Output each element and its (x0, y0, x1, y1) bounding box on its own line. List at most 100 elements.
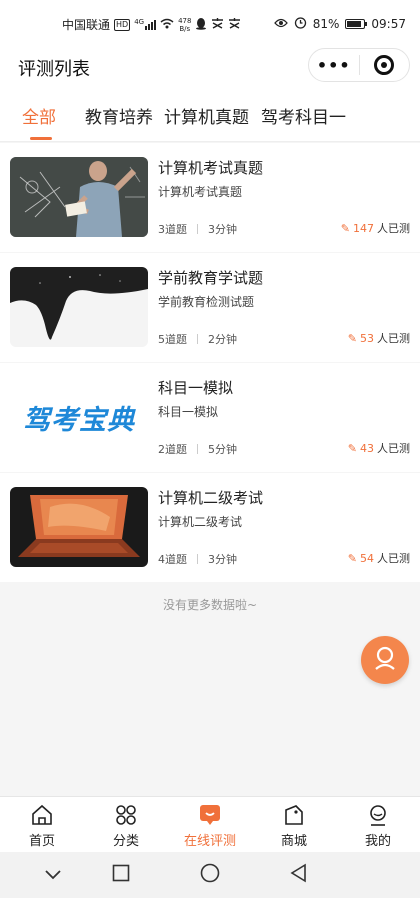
tested-label: 人已测 (377, 442, 410, 455)
tabbar-item-profile[interactable]: 我的 (336, 797, 420, 852)
customer-service-button[interactable] (361, 636, 409, 684)
tested-count: ✎ 43 人已测 (348, 440, 410, 456)
question-count: 3道题 (158, 223, 187, 236)
app-notify-icon (211, 17, 224, 32)
battery-icon (345, 19, 368, 29)
tab-education[interactable]: 教育培养 (85, 103, 153, 128)
home-button[interactable] (199, 863, 221, 886)
status-left: 中国联通 HD 4G 478 B/s (62, 16, 241, 33)
active-tab-indicator (30, 137, 52, 140)
question-count: 5道题 (158, 333, 187, 346)
duration: 5分钟 (208, 443, 237, 456)
meta-divider (197, 334, 198, 344)
home-icon (29, 803, 55, 827)
pencil-icon: ✎ (340, 221, 350, 235)
square-icon (112, 864, 130, 886)
header: 评测列表 ••• (0, 46, 420, 88)
question-count: 4道题 (158, 553, 187, 566)
tab-computer-exam[interactable]: 计算机真题 (164, 103, 249, 128)
tested-label: 人已测 (377, 222, 410, 235)
item-subtitle: 计算机考试真题 (158, 185, 243, 199)
shop-icon (281, 803, 307, 827)
meta-divider (197, 224, 198, 234)
bottom-tab-bar: 首页 分类 在线评测 商城 我的 (0, 796, 420, 852)
meta-divider (197, 444, 198, 454)
clock: 09:57 (371, 17, 406, 31)
tested-number: 54 (360, 551, 374, 565)
duration: 3分钟 (208, 223, 237, 236)
item-subtitle: 学前教育检测试题 (158, 295, 255, 309)
list-item[interactable]: 计算机考试真题 计算机考试真题 3道题 3分钟 ✎ 147 人已测 (0, 143, 420, 252)
target-icon (374, 55, 395, 75)
list-item[interactable]: 计算机二级考试 计算机二级考试 4道题 3分钟 ✎ 54 人已测 (0, 473, 420, 582)
tabbar-label: 我的 (364, 834, 391, 849)
tested-count: ✎ 147 人已测 (341, 220, 410, 236)
item-meta: 3道题 3分钟 (158, 221, 237, 237)
logo-text: 驾考宝典 (23, 404, 135, 436)
carrier-name: 中国联通 (62, 18, 111, 32)
laptop-image (10, 487, 148, 567)
item-title: 计算机考试真题 (158, 159, 264, 177)
net-speed-unit: B/s (179, 24, 191, 33)
app-notify-icon-2 (228, 17, 241, 32)
user-service-icon (372, 645, 398, 675)
tab-all[interactable]: 全部 (22, 103, 56, 128)
item-meta: 4道题 3分钟 (158, 551, 237, 567)
duration: 2分钟 (208, 333, 237, 346)
collapse-button[interactable] (42, 864, 64, 886)
tabbar-item-category[interactable]: 分类 (84, 797, 168, 852)
status-bar: 中国联通 HD 4G 478 B/s 81% 09:57 (0, 0, 420, 46)
status-right: 81% 09:57 (273, 16, 406, 32)
tested-label: 人已测 (377, 332, 410, 345)
list-item[interactable]: 学前教育学试题 学前教育检测试题 5道题 2分钟 ✎ 53 人已测 (0, 253, 420, 362)
tab-driving-subject-one[interactable]: 驾考科目一 (261, 103, 346, 128)
question-count: 2道题 (158, 443, 187, 456)
net-speed-value: 478 (178, 16, 192, 25)
net-speed: 478 B/s (178, 17, 191, 33)
item-subtitle: 计算机二级考试 (158, 515, 243, 529)
recent-apps-button[interactable] (110, 864, 132, 886)
item-title: 计算机二级考试 (158, 489, 264, 507)
tabbar-label: 首页 (28, 834, 55, 849)
pencil-icon: ✎ (347, 551, 357, 565)
online-test-icon (197, 803, 223, 827)
list-item[interactable]: 驾考宝典 科目一模拟 科目一模拟 2道题 5分钟 ✎ 43 人已测 (0, 363, 420, 472)
network-type: 4G (134, 18, 145, 26)
tested-number: 43 (360, 441, 374, 455)
duration: 3分钟 (208, 553, 237, 566)
battery-percent: 81% (312, 17, 340, 31)
close-miniprogram-button[interactable] (359, 55, 409, 75)
wifi-icon (160, 18, 174, 32)
system-navigation-bar (0, 852, 420, 898)
hd-badge: HD (114, 18, 131, 31)
eye-icon (273, 17, 288, 31)
item-title: 科目一模拟 (158, 379, 234, 397)
jiakao-baodian-logo: 驾考宝典 (10, 377, 148, 457)
profile-icon (365, 803, 391, 827)
page-title: 评测列表 (18, 59, 90, 80)
tabbar-label: 在线评测 (183, 834, 236, 849)
back-button[interactable] (287, 863, 309, 887)
alarm-icon (294, 16, 307, 32)
ink-splash-image (10, 267, 148, 347)
more-dots-icon[interactable]: ••• (309, 56, 359, 75)
meta-divider (197, 554, 198, 564)
tested-label: 人已测 (377, 552, 410, 565)
category-icon (113, 803, 139, 827)
signal-icon: 4G (134, 18, 157, 30)
tabbar-item-online-test[interactable]: 在线评测 (168, 797, 252, 852)
triangle-back-icon (289, 863, 307, 887)
tabbar-label: 分类 (112, 834, 139, 849)
item-meta: 5道题 2分钟 (158, 331, 237, 347)
item-meta: 2道题 5分钟 (158, 441, 237, 457)
tested-count: ✎ 54 人已测 (348, 550, 410, 566)
tested-number: 147 (353, 221, 374, 235)
no-more-data-text: 没有更多数据啦~ (162, 598, 258, 612)
tabbar-item-shop[interactable]: 商城 (252, 797, 336, 852)
tested-count: ✎ 53 人已测 (348, 330, 410, 346)
tabbar-item-home[interactable]: 首页 (0, 797, 84, 852)
pencil-icon: ✎ (347, 441, 357, 455)
miniprogram-capsule: ••• (308, 48, 410, 82)
category-tabs: 全部 教育培养 计算机真题 驾考科目一 (0, 88, 420, 142)
pencil-icon: ✎ (347, 331, 357, 345)
